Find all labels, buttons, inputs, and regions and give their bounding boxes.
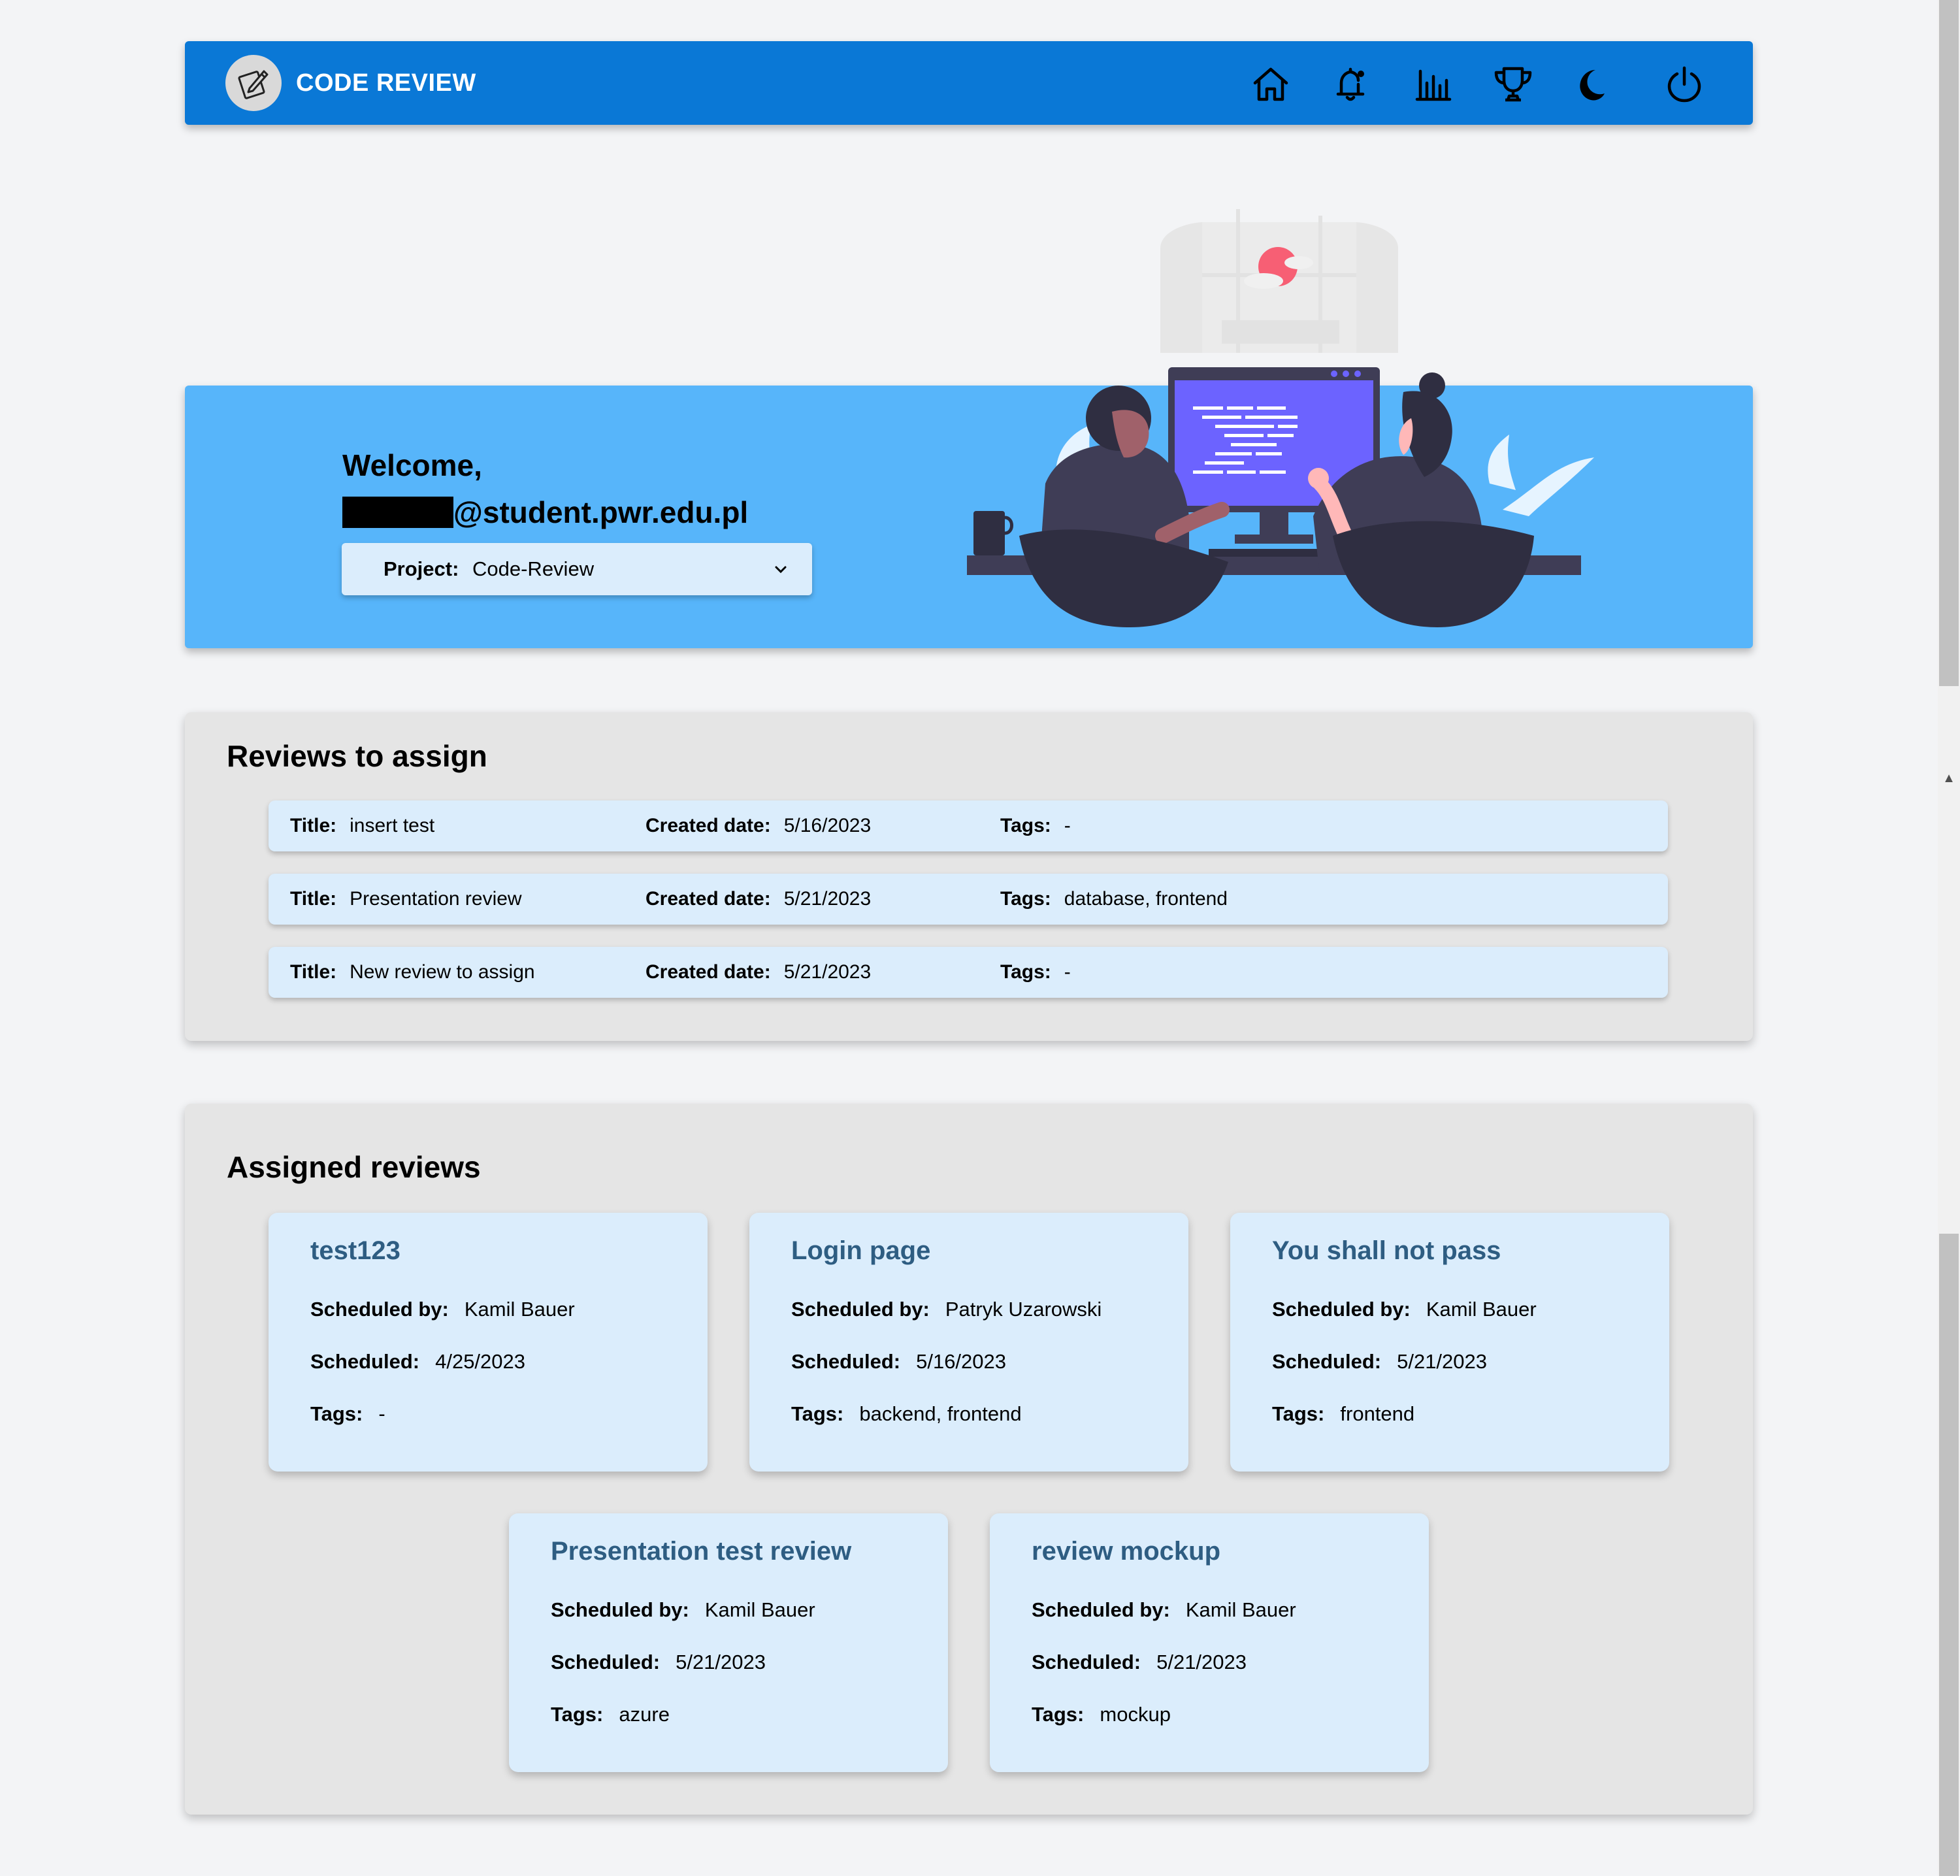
review-row[interactable]: Title: insert test Created date: 5/16/2023… xyxy=(269,800,1668,851)
review-card[interactable]: You shall not pass Scheduled by: Kamil Ba… xyxy=(1230,1213,1669,1472)
scheduled-date-field: Scheduled: 5/21/2023 xyxy=(551,1651,766,1673)
review-created-field: Created date: 5/21/2023 xyxy=(645,888,872,910)
notification-bell-icon[interactable] xyxy=(1331,63,1373,105)
tags-field: Tags: frontend xyxy=(1272,1402,1415,1425)
scheduled-by-field: Scheduled by: Kamil Bauer xyxy=(551,1598,815,1621)
user-email-domain: @student.pwr.edu.pl xyxy=(453,495,749,529)
coworkers-illustration xyxy=(967,209,1594,627)
tags-field: Tags: backend, frontend xyxy=(791,1402,1022,1425)
scroll-up-arrow-icon[interactable]: ▲ xyxy=(1942,771,1956,785)
review-card-title: Login page xyxy=(791,1236,931,1265)
project-label: Project: xyxy=(384,557,459,580)
redacted-username xyxy=(342,497,453,528)
welcome-text: Welcome, @student.pwr.edu.pl xyxy=(342,442,748,536)
review-title-field: Title: insert test xyxy=(290,815,435,836)
review-title-field: Title: New review to assign xyxy=(290,961,535,983)
reviews-to-assign-section: Reviews to assign Title: insert test Crea… xyxy=(185,712,1753,1041)
tags-field: Tags: mockup xyxy=(1032,1703,1171,1726)
chevron-down-icon xyxy=(775,566,787,574)
review-card-title: test123 xyxy=(310,1236,400,1265)
review-row[interactable]: Title: Presentation review Created date: 5… xyxy=(269,874,1668,925)
dark-mode-moon-icon[interactable] xyxy=(1573,63,1615,105)
project-select[interactable]: Project: Code-Review xyxy=(342,543,812,595)
power-icon[interactable] xyxy=(1663,63,1705,105)
app-header: CODE REVIEW xyxy=(185,41,1753,125)
tags-field: Tags: - xyxy=(310,1402,385,1425)
review-title-field: Title: Presentation review xyxy=(290,888,522,910)
review-card-title: You shall not pass xyxy=(1272,1236,1501,1265)
scrollbar-thumb[interactable] xyxy=(1939,0,1959,686)
tags-field: Tags: azure xyxy=(551,1703,670,1726)
scheduled-date-field: Scheduled: 5/21/2023 xyxy=(1032,1651,1247,1673)
trophy-icon[interactable] xyxy=(1492,63,1534,105)
review-created-field: Created date: 5/21/2023 xyxy=(645,961,872,983)
project-value: Code-Review xyxy=(472,557,595,580)
review-tags-field: Tags: database, frontend xyxy=(1000,888,1228,910)
section-title-reviews-to-assign: Reviews to assign xyxy=(227,739,487,773)
scheduled-by-field: Scheduled by: Kamil Bauer xyxy=(1272,1298,1537,1321)
section-title-assigned-reviews: Assigned reviews xyxy=(227,1150,481,1184)
review-card[interactable]: review mockup Scheduled by: Kamil Bauer S… xyxy=(990,1513,1429,1772)
review-card[interactable]: Presentation test review Scheduled by: Ka… xyxy=(509,1513,948,1772)
scheduled-by-field: Scheduled by: Kamil Bauer xyxy=(310,1298,575,1321)
user-email: @student.pwr.edu.pl xyxy=(342,489,748,536)
scheduled-date-field: Scheduled: 4/25/2023 xyxy=(310,1350,526,1373)
scheduled-date-field: Scheduled: 5/21/2023 xyxy=(1272,1350,1488,1373)
assigned-reviews-section: Assigned reviews test123 Scheduled by: Ka… xyxy=(185,1104,1753,1815)
scheduled-by-field: Scheduled by: Kamil Bauer xyxy=(1032,1598,1296,1621)
scheduled-date-field: Scheduled: 5/16/2023 xyxy=(791,1350,1007,1373)
edit-note-icon[interactable] xyxy=(225,55,282,111)
scheduled-by-field: Scheduled by: Patryk Uzarowski xyxy=(791,1298,1102,1321)
review-tags-field: Tags: - xyxy=(1000,961,1071,983)
app-title[interactable]: CODE REVIEW xyxy=(296,41,476,125)
welcome-greeting: Welcome, xyxy=(342,448,482,482)
home-icon[interactable] xyxy=(1250,63,1292,105)
review-card[interactable]: test123 Scheduled by: Kamil Bauer Schedul… xyxy=(269,1213,708,1472)
bar-chart-icon[interactable] xyxy=(1412,63,1454,105)
review-created-field: Created date: 5/16/2023 xyxy=(645,815,872,836)
review-card-title: review mockup xyxy=(1032,1537,1221,1566)
review-card[interactable]: Login page Scheduled by: Patryk Uzarowski… xyxy=(749,1213,1188,1472)
review-card-title: Presentation test review xyxy=(551,1537,852,1566)
scrollbar-thumb-lower[interactable] xyxy=(1939,1234,1959,1876)
review-row[interactable]: Title: New review to assign Created date:… xyxy=(269,947,1668,998)
review-tags-field: Tags: - xyxy=(1000,815,1071,836)
